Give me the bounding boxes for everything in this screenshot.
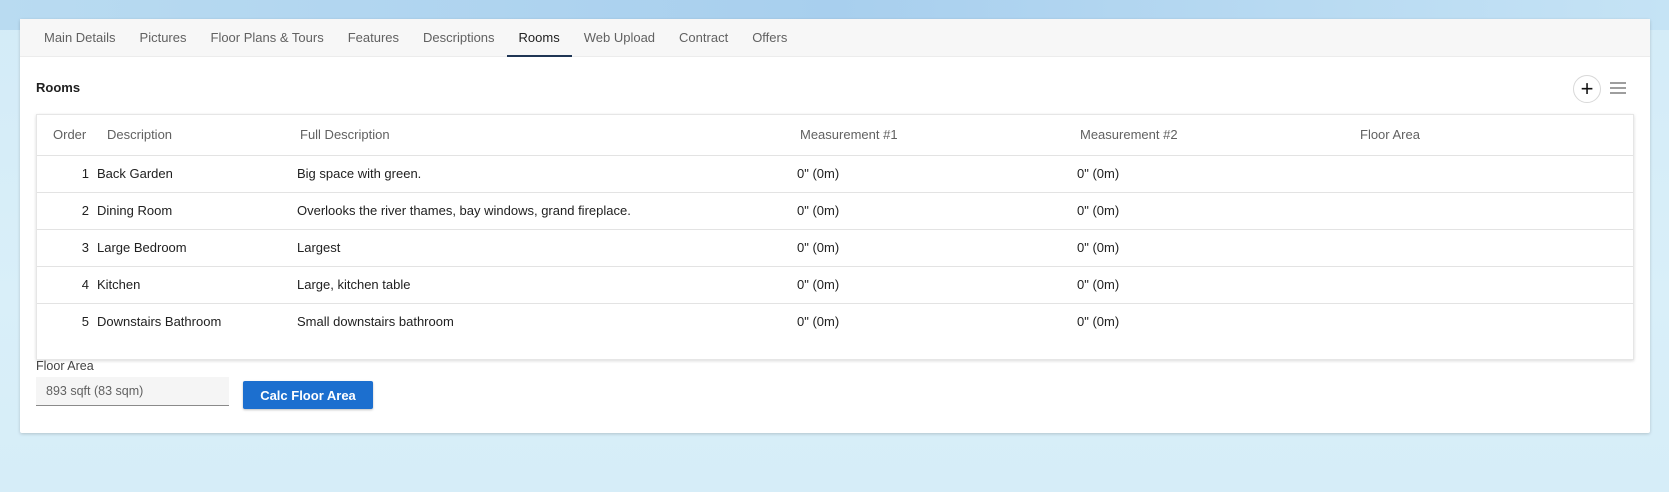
cell-floor-area bbox=[1357, 155, 1633, 193]
rooms-table: Order Description Full Description Measu… bbox=[36, 114, 1634, 360]
cell-floor-area bbox=[1357, 303, 1633, 340]
table-header-row: Order Description Full Description Measu… bbox=[37, 115, 1633, 156]
section-title: Rooms bbox=[36, 80, 81, 95]
cell-full-description: Largest bbox=[297, 229, 797, 267]
table-row[interactable]: 2 Dining Room Overlooks the river thames… bbox=[37, 192, 1633, 230]
tab-floor-plans-tours[interactable]: Floor Plans & Tours bbox=[199, 19, 336, 56]
cell-floor-area bbox=[1357, 266, 1633, 304]
cell-measurement-1: 0" (0m) bbox=[797, 229, 1077, 267]
cell-full-description: Overlooks the river thames, bay windows,… bbox=[297, 192, 797, 230]
table-row[interactable]: 1 Back Garden Big space with green. 0" (… bbox=[37, 155, 1633, 193]
header-measurement-1[interactable]: Measurement #1 bbox=[797, 115, 1077, 156]
cell-description: Large Bedroom bbox=[97, 229, 297, 267]
tab-rooms[interactable]: Rooms bbox=[506, 19, 572, 57]
hamburger-menu-icon[interactable] bbox=[1610, 82, 1626, 96]
header-order[interactable]: Order bbox=[37, 115, 97, 156]
cell-description: Back Garden bbox=[97, 155, 297, 193]
floor-area-input[interactable] bbox=[36, 377, 229, 406]
tab-main-details[interactable]: Main Details bbox=[32, 19, 128, 56]
cell-order: 1 bbox=[37, 155, 97, 193]
cell-measurement-1: 0" (0m) bbox=[797, 314, 840, 330]
cell-full-description: Big space with green. bbox=[297, 155, 797, 193]
header-description[interactable]: Description bbox=[97, 115, 297, 156]
cell-measurement-2: 0" (0m) bbox=[1077, 155, 1357, 193]
tab-contract[interactable]: Contract bbox=[667, 19, 740, 56]
cell-measurement-2: 0" (0m) bbox=[1077, 314, 1120, 330]
cell-full-description: Small downstairs bathroom bbox=[297, 314, 454, 330]
add-room-button[interactable]: + bbox=[1573, 75, 1601, 103]
tab-features[interactable]: Features bbox=[336, 19, 411, 56]
header-measurement-2[interactable]: Measurement #2 bbox=[1077, 115, 1357, 156]
cell-description: Downstairs Bathroom bbox=[97, 314, 222, 330]
table-row[interactable]: 5 Downstairs Bathroom Small downstairs b… bbox=[37, 303, 1633, 340]
plus-icon: + bbox=[1580, 76, 1594, 101]
cell-order: 3 bbox=[37, 229, 97, 267]
cell-measurement-1: 0" (0m) bbox=[797, 266, 1077, 304]
cell-description: Kitchen bbox=[97, 266, 297, 304]
floor-area-label: Floor Area bbox=[36, 359, 94, 373]
calc-floor-area-button[interactable]: Calc Floor Area bbox=[243, 381, 373, 409]
table-row[interactable]: 4 Kitchen Large, kitchen table 0" (0m) 0… bbox=[37, 266, 1633, 304]
cell-measurement-1: 0" (0m) bbox=[797, 155, 1077, 193]
tab-web-upload[interactable]: Web Upload bbox=[572, 19, 667, 56]
tab-offers[interactable]: Offers bbox=[740, 19, 799, 56]
cell-floor-area bbox=[1357, 229, 1633, 267]
cell-order: 5 bbox=[81, 314, 89, 330]
cell-full-description: Large, kitchen table bbox=[297, 266, 797, 304]
cell-measurement-1: 0" (0m) bbox=[797, 192, 1077, 230]
header-floor-area[interactable]: Floor Area bbox=[1357, 115, 1633, 156]
tab-pictures[interactable]: Pictures bbox=[128, 19, 199, 56]
cell-measurement-2: 0" (0m) bbox=[1077, 266, 1357, 304]
tab-bar: Main Details Pictures Floor Plans & Tour… bbox=[20, 19, 1650, 57]
header-full-description[interactable]: Full Description bbox=[297, 115, 797, 156]
rooms-card: Main Details Pictures Floor Plans & Tour… bbox=[20, 19, 1650, 433]
cell-order: 2 bbox=[37, 192, 97, 230]
cell-order: 4 bbox=[37, 266, 97, 304]
table-row[interactable]: 3 Large Bedroom Largest 0" (0m) 0" (0m) bbox=[37, 229, 1633, 267]
cell-floor-area bbox=[1357, 192, 1633, 230]
cell-description: Dining Room bbox=[97, 192, 297, 230]
cell-measurement-2: 0" (0m) bbox=[1077, 192, 1357, 230]
cell-measurement-2: 0" (0m) bbox=[1077, 229, 1357, 267]
tab-descriptions[interactable]: Descriptions bbox=[411, 19, 507, 56]
